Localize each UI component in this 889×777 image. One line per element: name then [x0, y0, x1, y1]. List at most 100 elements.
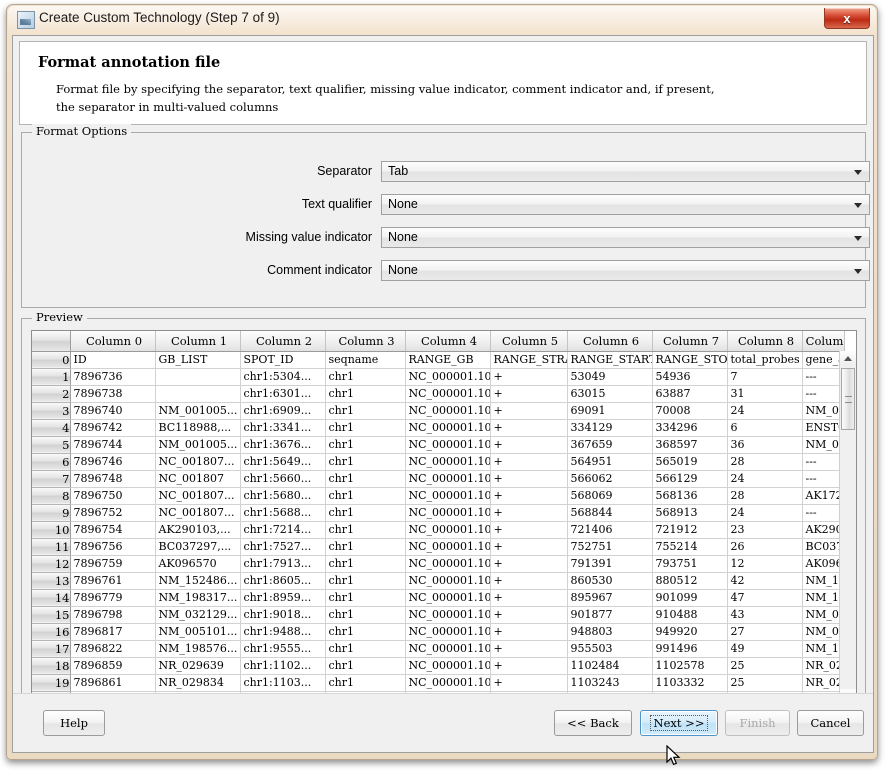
row-number[interactable]: 17 — [32, 640, 70, 657]
table-cell[interactable]: 7896759 — [70, 555, 155, 572]
table-cell[interactable]: 7896748 — [70, 470, 155, 487]
table-cell[interactable]: + — [490, 368, 567, 385]
table-cell[interactable]: 334296 — [652, 419, 727, 436]
table-cell[interactable]: + — [490, 640, 567, 657]
table-cell[interactable]: NC_000001.10 — [405, 504, 490, 521]
preview-table-container[interactable]: Column 0Column 1Column 2Column 3Column 4… — [31, 330, 857, 722]
table-cell[interactable]: 49 — [727, 640, 802, 657]
table-cell[interactable]: 7896740 — [70, 402, 155, 419]
table-row[interactable]: 157896798NM_032129...chr1:9018...chr1NC_… — [32, 606, 844, 623]
table-cell[interactable]: NC_000001.10 — [405, 572, 490, 589]
table-cell[interactable]: 793751 — [652, 555, 727, 572]
table-cell[interactable] — [155, 368, 240, 385]
table-cell[interactable]: RANGE_START — [567, 351, 652, 368]
table-cell[interactable]: AK290103,... — [155, 521, 240, 538]
table-cell[interactable]: RANGE_STOP — [652, 351, 727, 368]
table-cell[interactable]: 566129 — [652, 470, 727, 487]
table-cell[interactable]: + — [490, 572, 567, 589]
table-cell[interactable]: chr1 — [325, 589, 405, 606]
table-cell[interactable]: total_probes — [727, 351, 802, 368]
table-row[interactable]: 67896746NC_001807...chr1:5649...chr1NC_0… — [32, 453, 844, 470]
table-cell[interactable]: 721406 — [567, 521, 652, 538]
table-cell[interactable]: seqname — [325, 351, 405, 368]
table-cell[interactable]: chr1:9555... — [240, 640, 325, 657]
table-cell[interactable]: + — [490, 385, 567, 402]
text-qualifier-combobox[interactable]: None — [381, 194, 870, 215]
table-cell[interactable]: 25 — [727, 657, 802, 674]
column-header[interactable]: Column 1 — [155, 331, 240, 351]
table-cell[interactable]: 69091 — [567, 402, 652, 419]
table-cell[interactable]: gene_a — [802, 351, 844, 368]
table-cell[interactable]: NC_000001.10 — [405, 555, 490, 572]
table-cell[interactable]: NC_000001.10 — [405, 589, 490, 606]
table-cell[interactable]: 7896754 — [70, 521, 155, 538]
row-number[interactable]: 2 — [32, 385, 70, 402]
table-cell[interactable]: 568136 — [652, 487, 727, 504]
table-cell[interactable]: 7896761 — [70, 572, 155, 589]
table-cell[interactable]: 31 — [727, 385, 802, 402]
table-cell[interactable]: NC_000001.10 — [405, 674, 490, 691]
table-cell[interactable]: 7896798 — [70, 606, 155, 623]
column-header[interactable]: Column 5 — [490, 331, 567, 351]
table-cell[interactable]: chr1 — [325, 674, 405, 691]
table-cell[interactable]: 7896736 — [70, 368, 155, 385]
table-cell[interactable]: 23 — [727, 521, 802, 538]
column-header[interactable]: Column 6 — [567, 331, 652, 351]
table-row[interactable]: 147896779NM_198317...chr1:8959...chr1NC_… — [32, 589, 844, 606]
table-cell[interactable]: 24 — [727, 402, 802, 419]
table-cell[interactable]: 564951 — [567, 453, 652, 470]
table-cell[interactable]: chr1:5304... — [240, 368, 325, 385]
table-cell[interactable]: + — [490, 521, 567, 538]
table-cell[interactable]: NC_000001.10 — [405, 385, 490, 402]
table-cell[interactable]: 880512 — [652, 572, 727, 589]
table-cell[interactable]: + — [490, 674, 567, 691]
table-cell[interactable]: 24 — [727, 470, 802, 487]
table-cell[interactable]: 7896752 — [70, 504, 155, 521]
table-cell[interactable]: NR_029834 — [155, 674, 240, 691]
vertical-scroll-thumb[interactable] — [841, 368, 855, 430]
table-cell[interactable]: + — [490, 623, 567, 640]
table-cell[interactable]: 565019 — [652, 453, 727, 470]
table-cell[interactable]: chr1:3676... — [240, 436, 325, 453]
table-cell[interactable]: NM_198 — [802, 589, 844, 606]
table-row[interactable]: 57896744NM_001005...chr1:3676...chr1NC_0… — [32, 436, 844, 453]
table-cell[interactable]: AK0965 — [802, 555, 844, 572]
row-number[interactable]: 5 — [32, 436, 70, 453]
row-number[interactable]: 19 — [32, 674, 70, 691]
table-cell[interactable]: + — [490, 402, 567, 419]
table-cell[interactable]: chr1:5688... — [240, 504, 325, 521]
table-cell[interactable]: 1102578 — [652, 657, 727, 674]
table-cell[interactable]: 7896742 — [70, 419, 155, 436]
table-cell[interactable]: chr1 — [325, 538, 405, 555]
table-row[interactable]: 27896738chr1:6301...chr1NC_000001.10+630… — [32, 385, 844, 402]
missing-value-indicator-combobox[interactable]: None — [381, 227, 870, 248]
table-cell[interactable]: chr1 — [325, 436, 405, 453]
table-row[interactable]: 87896750NC_001807...chr1:5680...chr1NC_0… — [32, 487, 844, 504]
table-cell[interactable]: + — [490, 589, 567, 606]
table-row[interactable]: 117896756BC037297,...chr1:7527...chr1NC_… — [32, 538, 844, 555]
row-number[interactable]: 12 — [32, 555, 70, 572]
table-cell[interactable]: 7896859 — [70, 657, 155, 674]
table-cell[interactable]: chr1 — [325, 521, 405, 538]
table-cell[interactable]: NC_000001.10 — [405, 470, 490, 487]
table-cell[interactable]: NM_152 — [802, 572, 844, 589]
table-cell[interactable]: RANGE_GB — [405, 351, 490, 368]
table-cell[interactable]: NC_000001.10 — [405, 640, 490, 657]
table-cell[interactable]: NC_000001.10 — [405, 606, 490, 623]
column-header[interactable]: Column 8 — [727, 331, 802, 351]
table-cell[interactable]: --- — [802, 470, 844, 487]
table-cell[interactable]: NC_000001.10 — [405, 487, 490, 504]
table-vertical-scrollbar[interactable] — [839, 351, 856, 704]
table-cell[interactable]: + — [490, 419, 567, 436]
table-cell[interactable]: 721912 — [652, 521, 727, 538]
table-cell[interactable]: NC_000001.10 — [405, 402, 490, 419]
table-cell[interactable]: NC_000001.10 — [405, 419, 490, 436]
table-cell[interactable]: AK2901 — [802, 521, 844, 538]
row-number[interactable]: 9 — [32, 504, 70, 521]
table-cell[interactable]: 901877 — [567, 606, 652, 623]
table-cell[interactable]: NM_001005... — [155, 436, 240, 453]
table-cell[interactable]: 955503 — [567, 640, 652, 657]
table-cell[interactable]: chr1 — [325, 555, 405, 572]
table-cell[interactable]: 752751 — [567, 538, 652, 555]
table-cell[interactable]: NC_000001.10 — [405, 657, 490, 674]
